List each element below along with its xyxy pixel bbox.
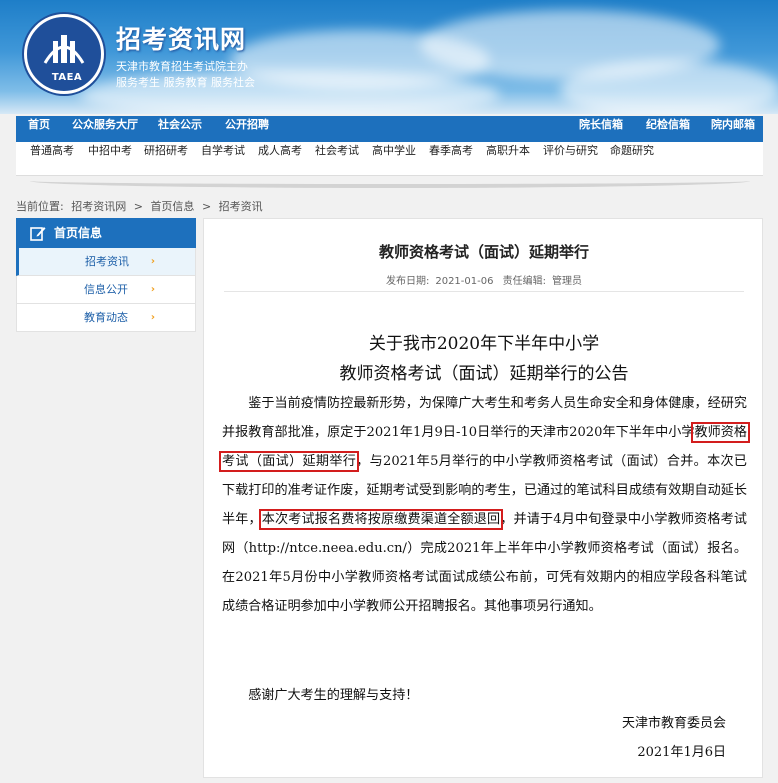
cloud-decoration xyxy=(560,60,778,114)
sidebar-item-label: 教育动态 xyxy=(84,311,128,324)
sidebar-item-label: 信息公开 xyxy=(84,283,128,296)
thanks-paragraph: 感谢广大考生的理解与支持！ xyxy=(248,688,419,703)
signature-org: 天津市教育委员会 xyxy=(621,716,726,731)
nav-home[interactable]: 首页 xyxy=(28,116,50,142)
notice-body: 鉴于当前疫情防控最新形势，为保障广大考生和考务人员生命安全和身体健康，经研究并报… xyxy=(219,389,750,621)
sidebar-item-label: 招考资讯 xyxy=(85,255,129,268)
site-subtitle: 天津市教育招生考试院主办 xyxy=(116,60,248,73)
site-banner: TAEA 招考资讯网 天津市教育招生考试院主办 服务考生 服务教育 服务社会 xyxy=(0,0,778,114)
sidebar-item-education-news[interactable]: 教育动态 › xyxy=(16,304,196,332)
nav-sub-item[interactable]: 中招中考 xyxy=(88,142,132,176)
divider xyxy=(224,291,744,292)
article-title: 教师资格考试（面试）延期举行 xyxy=(378,243,589,261)
chevron-right-icon: › xyxy=(150,284,155,295)
nav-sub-item[interactable]: 春季高考 xyxy=(429,142,473,176)
highlighted-refund: 本次考试报名费将按原缴费渠道全额退回 xyxy=(258,509,504,530)
primary-nav: 首页 公众服务大厅 社会公示 公开招聘 院长信箱 纪检信箱 院内邮箱 xyxy=(16,116,763,142)
editor-label: 责任编辑: xyxy=(502,276,547,287)
nav-sub-item[interactable]: 评价与研究 xyxy=(543,142,598,176)
nav-sub-item[interactable]: 研招研考 xyxy=(144,142,188,176)
logo-text: TAEA xyxy=(51,72,83,83)
nav-recruitment[interactable]: 公开招聘 xyxy=(225,116,269,142)
nav-sub-item[interactable]: 成人高考 xyxy=(258,142,302,176)
nav-sub-item[interactable]: 社会考试 xyxy=(315,142,359,176)
nav-internal-mailbox[interactable]: 院内邮箱 xyxy=(711,116,755,142)
nav-sub-item[interactable]: 命题研究 xyxy=(610,142,654,176)
article-meta: 发布日期: 2021-01-06 责任编辑: 管理员 xyxy=(204,272,764,287)
nav-sub-item[interactable]: 高中学业 xyxy=(372,142,416,176)
breadcrumb-link[interactable]: 招考资讯 xyxy=(219,200,263,213)
site-title: 招考资讯网 xyxy=(116,25,247,54)
nav-sub-item[interactable]: 高职升本 xyxy=(486,142,530,176)
breadcrumb-link[interactable]: 首页信息 xyxy=(150,200,194,213)
sidebar-item-info-disclosure[interactable]: 信息公开 › xyxy=(16,276,196,304)
breadcrumb-separator: > xyxy=(201,200,212,213)
sidebar-header-label: 首页信息 xyxy=(54,226,103,240)
nav-public-service[interactable]: 公众服务大厅 xyxy=(72,116,138,142)
site-slogan: 服务考生 服务教育 服务社会 xyxy=(116,76,255,89)
notice-title-line2: 教师资格考试（面试）延期举行的公告 xyxy=(339,364,629,384)
edit-note-icon xyxy=(30,227,46,241)
signature-date: 2021年1月6日 xyxy=(637,745,726,760)
nav-president-mailbox[interactable]: 院长信箱 xyxy=(579,116,623,142)
editor-name: 管理员 xyxy=(552,276,583,287)
breadcrumb-link[interactable]: 招考资讯网 xyxy=(71,200,126,213)
logo-emblem-icon xyxy=(43,35,85,64)
nav-sub-item[interactable]: 自学考试 xyxy=(201,142,245,176)
nav-public-notice[interactable]: 社会公示 xyxy=(158,116,202,142)
nav-discipline-mailbox[interactable]: 纪检信箱 xyxy=(646,116,690,142)
chevron-right-icon: › xyxy=(150,256,155,267)
body-text: ，并请于4月中旬登录中小学教师资格考试网（http://ntce.neea.ed… xyxy=(222,512,748,614)
body-text: 鉴于当前疫情防控最新形势，为保障广大考生和考务人员生命安全和身体健康，经研究并报… xyxy=(222,396,747,440)
article-panel: 教师资格考试（面试）延期举行 发布日期: 2021-01-06 责任编辑: 管理员 … xyxy=(203,218,763,778)
site-logo[interactable]: TAEA xyxy=(24,14,104,94)
chevron-right-icon: › xyxy=(150,312,155,323)
notice-title-line1: 关于我市2020年下半年中小学 xyxy=(368,334,600,354)
sidebar-item-admission-news[interactable]: 招考资讯 › xyxy=(16,248,196,276)
breadcrumb: 当前位置: 招考资讯网 > 首页信息 > 招考资讯 xyxy=(16,198,267,214)
publish-date: 2021-01-06 xyxy=(435,276,494,287)
nav-sub-item[interactable]: 普通高考 xyxy=(30,142,74,176)
date-label: 发布日期: xyxy=(385,276,430,287)
breadcrumb-separator: > xyxy=(133,200,143,213)
nav-shadow-divider xyxy=(30,174,750,188)
sidebar-header: 首页信息 xyxy=(16,218,196,248)
breadcrumb-prefix: 当前位置: xyxy=(16,200,64,213)
secondary-nav: 普通高考 中招中考 研招研考 自学考试 成人高考 社会考试 高中学业 春季高考 … xyxy=(16,142,763,176)
